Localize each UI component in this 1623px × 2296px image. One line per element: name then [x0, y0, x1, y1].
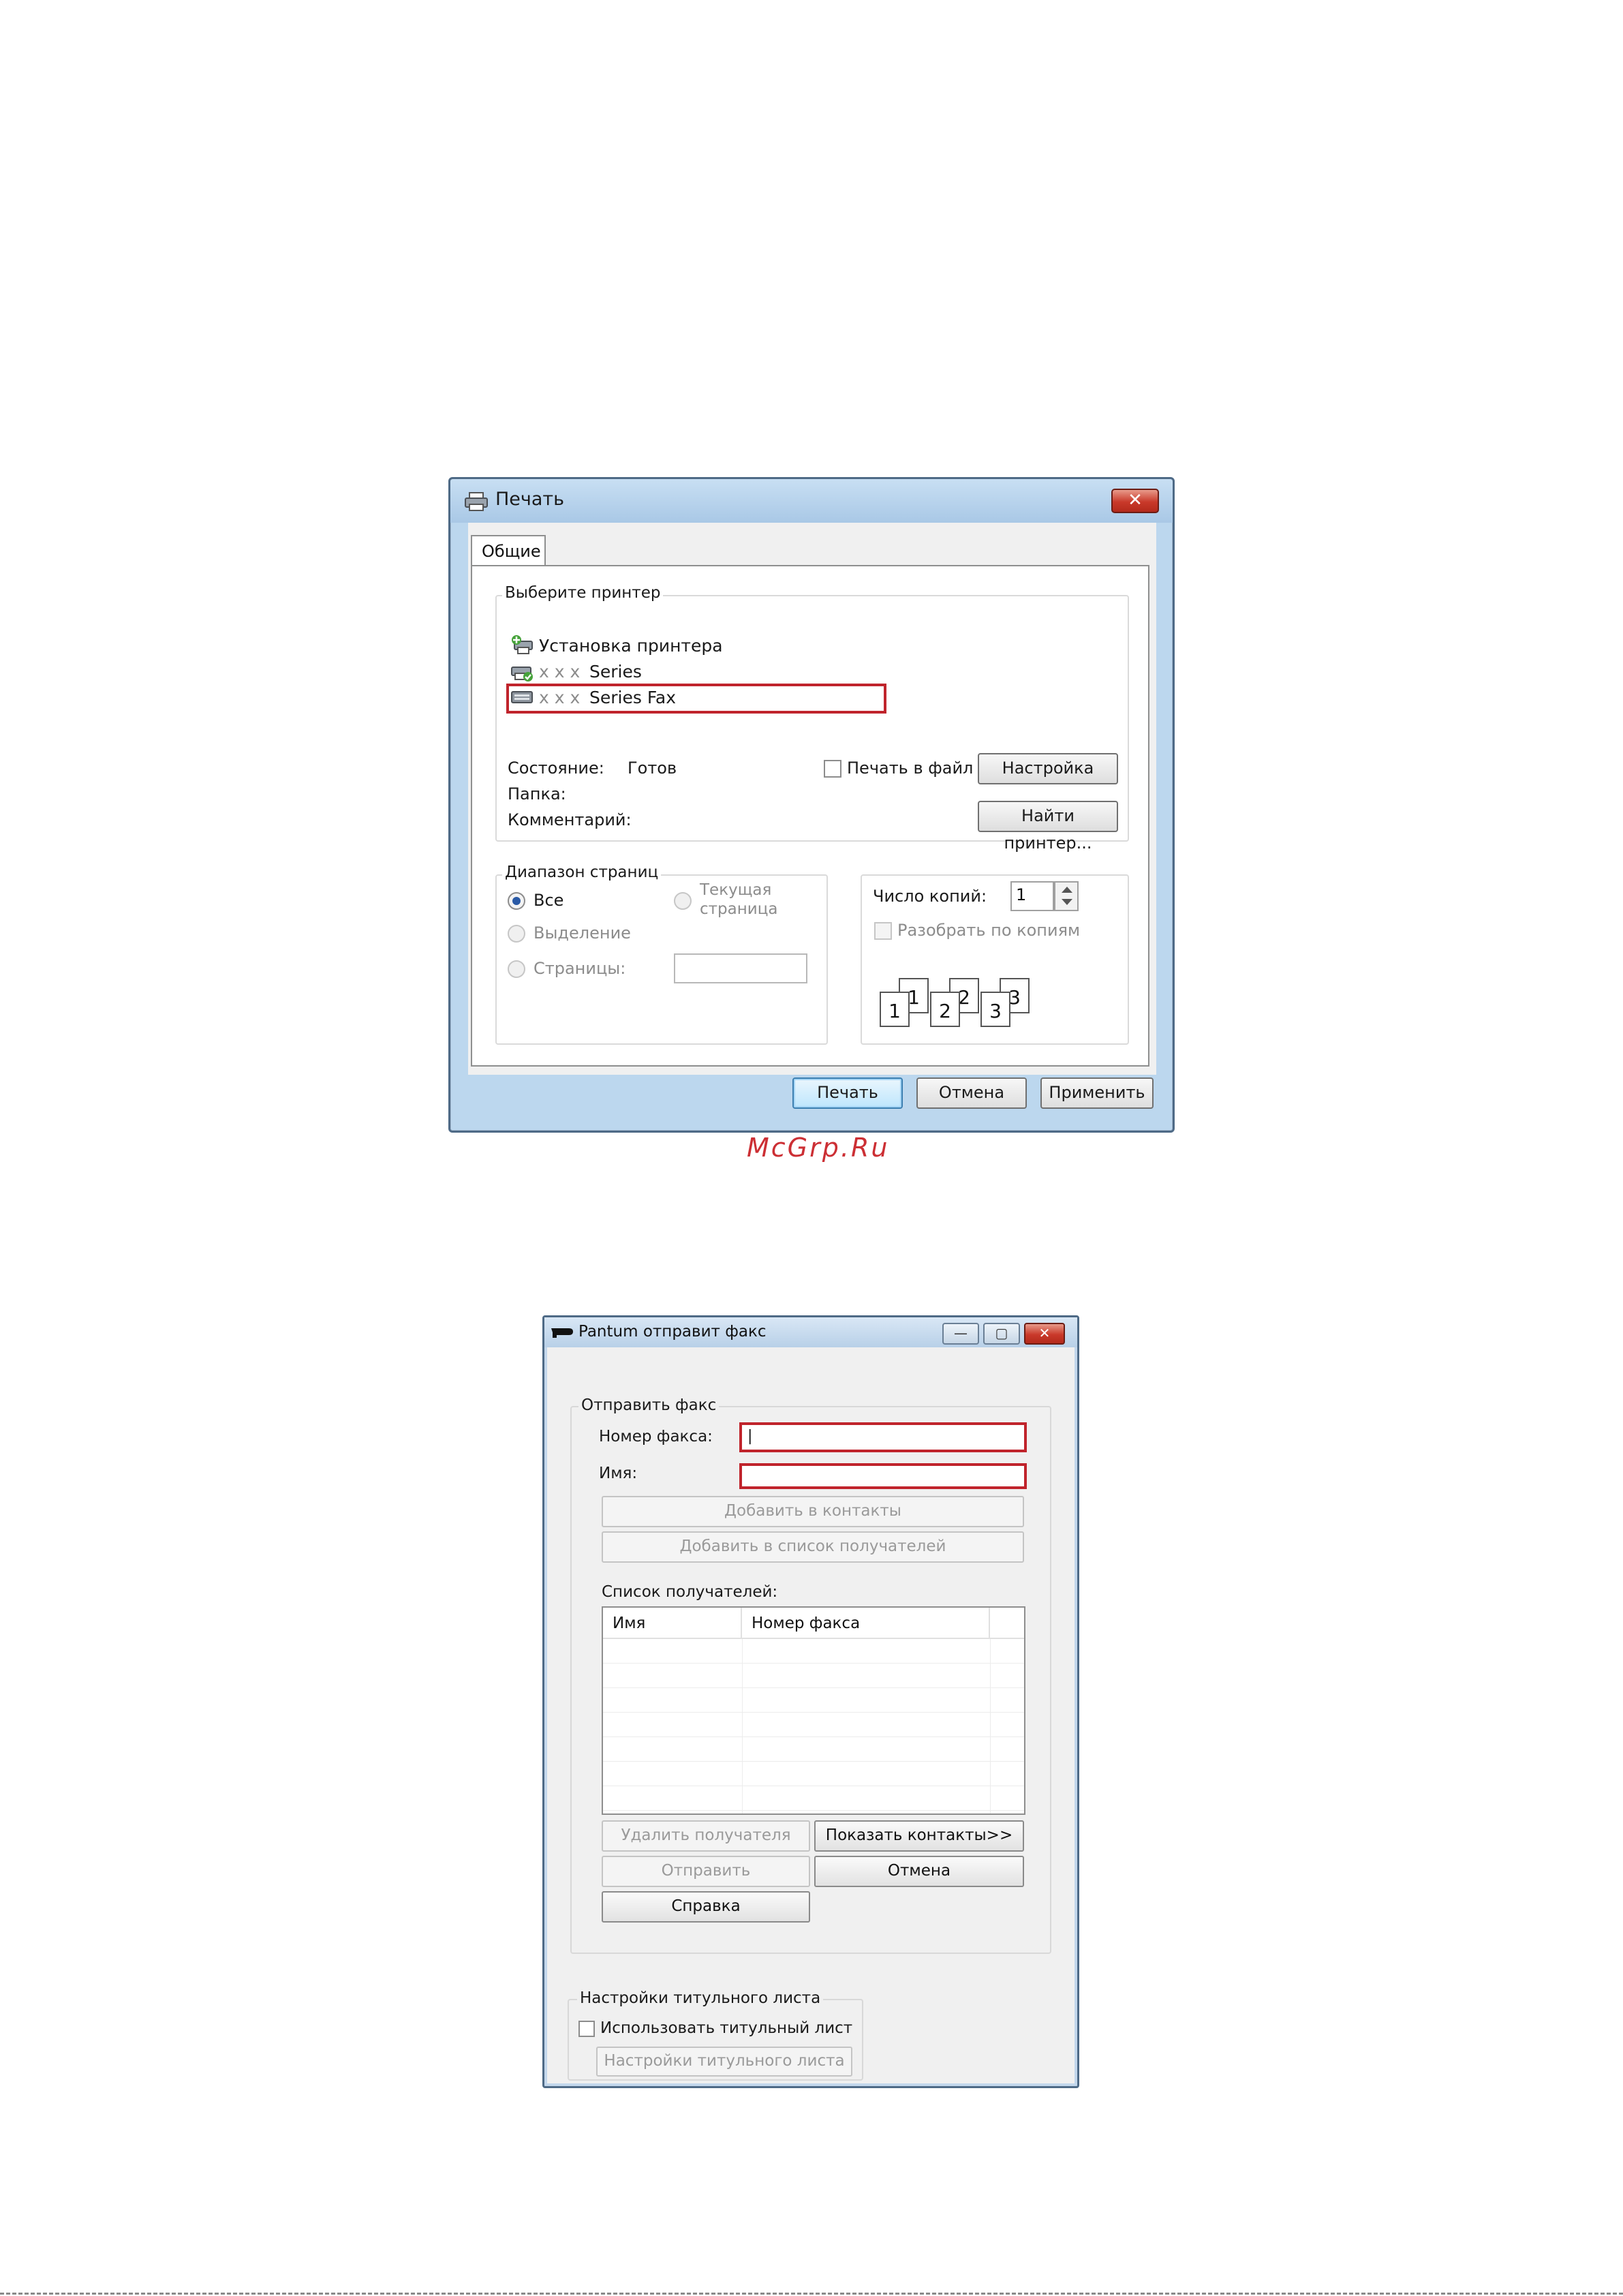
cover-page-settings-button[interactable]: Настройки титульного листа	[596, 2047, 852, 2077]
page-icon: 1	[880, 992, 910, 1027]
send-button[interactable]: Отправить	[602, 1856, 810, 1887]
tab-general[interactable]: Общие	[471, 535, 546, 566]
minimize-icon: —	[954, 1325, 968, 1341]
pantum-logo-icon	[551, 1328, 573, 1338]
table-row[interactable]	[603, 1737, 1024, 1762]
name-label: Имя:	[599, 1465, 638, 1482]
minimize-button[interactable]: —	[942, 1323, 979, 1345]
add-to-contacts-button[interactable]: Добавить в контакты	[602, 1496, 1024, 1527]
range-current-page-radio[interactable]	[674, 892, 692, 910]
printer-icon	[465, 492, 488, 511]
copies-label: Число копий:	[873, 887, 987, 906]
find-printer-button[interactable]: Найти принтер...	[978, 801, 1118, 853]
printer-settings-button[interactable]: Настройка	[978, 753, 1118, 784]
use-cover-page-checkbox[interactable]	[578, 2021, 595, 2037]
print-dialog-title: Печать	[495, 489, 565, 510]
printer-prefix: x x x	[539, 662, 581, 682]
column-header-name[interactable]: Имя	[603, 1608, 742, 1639]
maximize-icon: ▢	[995, 1325, 1008, 1341]
collate-pages-1: 1 1	[880, 978, 936, 1028]
range-pages-label: Страницы:	[534, 959, 626, 978]
folder-label: Папка:	[508, 784, 566, 803]
collate-checkbox[interactable]	[874, 922, 892, 940]
table-row[interactable]	[603, 1762, 1024, 1786]
send-fax-legend: Отправить факс	[578, 1396, 720, 1414]
help-button[interactable]: Справка	[602, 1891, 810, 1923]
range-selection-radio[interactable]	[508, 925, 525, 943]
cancel-button[interactable]: Отмена	[814, 1856, 1024, 1887]
watermark: McGrp.Ru	[747, 1133, 890, 1163]
print-dialog-titlebar[interactable]: Печать ✕	[450, 479, 1173, 523]
range-current-page-label: Текущая	[700, 881, 772, 899]
recipient-table[interactable]: Имя Номер факса	[602, 1606, 1025, 1815]
select-printer-legend: Выберите принтер	[502, 584, 664, 602]
fax-dialog-body: Отправить факс Номер факса: | Имя: Добав…	[547, 1347, 1075, 2083]
copies-input[interactable]: 1	[1010, 881, 1054, 911]
page-icon: 3	[980, 992, 1010, 1027]
fax-dialog-titlebar[interactable]: Pantum отправит факс — ▢ ✕	[544, 1317, 1077, 1347]
spin-down-icon[interactable]	[1062, 899, 1072, 905]
close-icon: ✕	[1038, 1325, 1051, 1341]
collate-label: Разобрать по копиям	[897, 921, 1081, 940]
page-range-input[interactable]	[674, 953, 807, 983]
page-bottom-rule	[0, 2293, 1623, 2295]
print-dialog-body: Общие Выберите принтер Установка принтер…	[468, 523, 1156, 1075]
print-dialog: Печать ✕ Общие Выберите принтер Установк…	[448, 477, 1175, 1133]
cancel-button[interactable]: Отмена	[916, 1077, 1027, 1109]
comment-label: Комментарий:	[508, 810, 632, 829]
printer-list[interactable]: Установка принтера x x x Series x x x Se…	[509, 614, 1109, 737]
status-label: Состояние:	[508, 759, 604, 778]
spin-up-icon[interactable]	[1062, 887, 1072, 893]
range-current-page-label-2: страница	[700, 900, 778, 918]
range-selection-label: Выделение	[534, 923, 631, 943]
default-printer-icon	[511, 667, 533, 682]
add-printer-icon	[512, 635, 533, 654]
general-tab-panel: Выберите принтер Установка принтера x x …	[471, 565, 1149, 1067]
close-button[interactable]: ✕	[1111, 489, 1159, 513]
range-pages-radio[interactable]	[508, 960, 525, 978]
range-all-label: Все	[534, 891, 564, 910]
fax-number-label: Номер факса:	[599, 1428, 713, 1445]
fax-dialog: Pantum отправит факс — ▢ ✕ Отправить фак…	[542, 1315, 1079, 2088]
column-header-fax-number[interactable]: Номер факса	[742, 1608, 990, 1639]
page-icon: 2	[930, 992, 960, 1027]
selected-printer-highlight	[506, 684, 886, 714]
close-button[interactable]: ✕	[1024, 1323, 1065, 1345]
table-row[interactable]	[603, 1713, 1024, 1737]
printer-item-add-printer[interactable]: Установка принтера	[509, 633, 918, 658]
close-icon: ✕	[1128, 490, 1143, 510]
table-row[interactable]	[603, 1664, 1024, 1688]
printer-item-series[interactable]: x x x Series	[509, 659, 918, 684]
collate-pages-3: 3 3	[980, 978, 1036, 1028]
name-input[interactable]	[739, 1463, 1027, 1489]
table-row[interactable]	[603, 1688, 1024, 1713]
printer-item-label: Series	[589, 662, 642, 682]
collate-pages-2: 2 2	[930, 978, 986, 1028]
use-cover-page-label: Использовать титульный лист	[600, 2019, 853, 2037]
add-to-recipients-button[interactable]: Добавить в список получателей	[602, 1531, 1024, 1563]
fax-dialog-title: Pantum отправит факс	[578, 1323, 767, 1341]
apply-button[interactable]: Применить	[1040, 1077, 1154, 1109]
printer-item-label: Установка принтера	[539, 636, 723, 656]
delete-recipient-button[interactable]: Удалить получателя	[602, 1820, 810, 1852]
page-range-legend: Диапазон страниц	[502, 863, 662, 881]
print-to-file-checkbox[interactable]	[824, 760, 841, 778]
print-to-file-label: Печать в файл	[847, 759, 974, 778]
status-value: Готов	[628, 759, 677, 778]
copies-spinner[interactable]	[1054, 881, 1079, 911]
table-row[interactable]	[603, 1786, 1024, 1811]
recipient-list-label: Список получателей:	[602, 1583, 778, 1601]
maximize-button[interactable]: ▢	[983, 1323, 1020, 1345]
show-contacts-button[interactable]: Показать контакты>>	[814, 1820, 1024, 1852]
table-row[interactable]	[603, 1639, 1024, 1664]
fax-number-input[interactable]: |	[739, 1422, 1027, 1452]
column-header-empty	[990, 1608, 1024, 1639]
range-all-radio[interactable]	[508, 892, 525, 910]
print-button[interactable]: Печать	[792, 1077, 903, 1109]
cover-page-legend: Настройки титульного листа	[577, 1989, 824, 2007]
